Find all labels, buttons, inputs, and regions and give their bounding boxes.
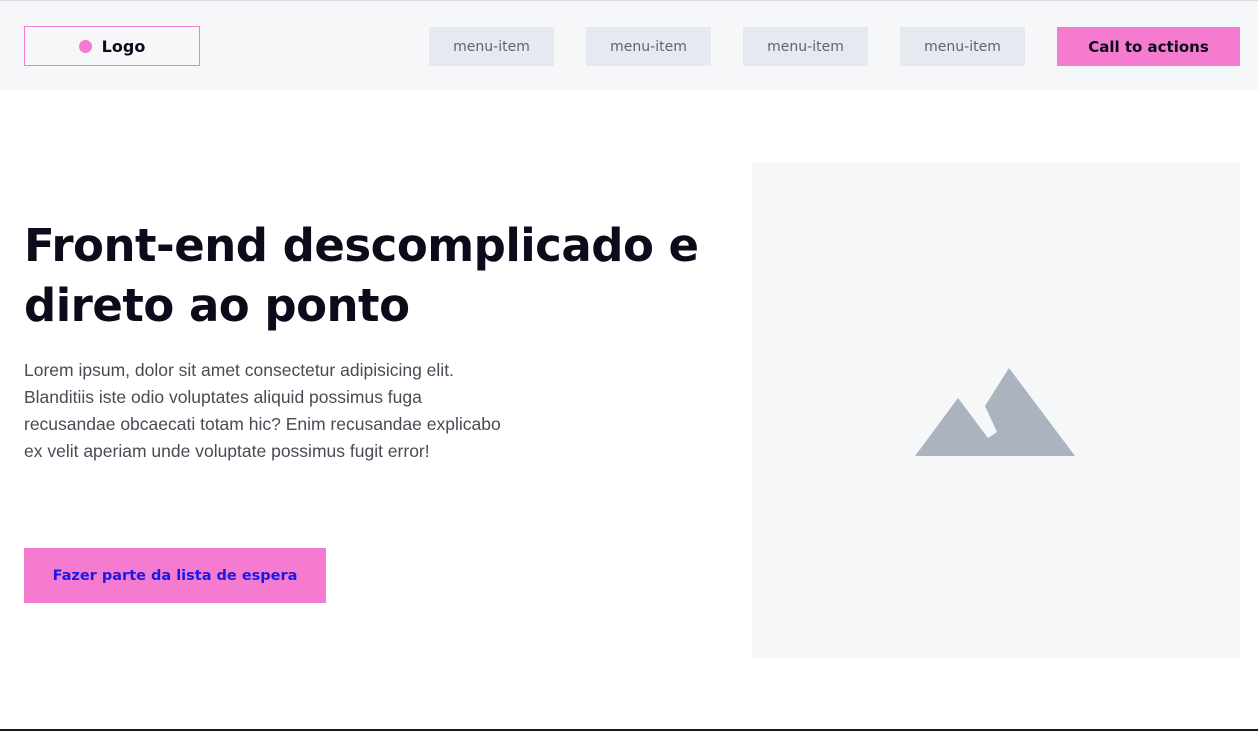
logo-dot-icon [78,39,92,53]
menu-item-1[interactable]: menu-item [429,27,554,66]
hero-title: Front-end descomplicado e direto ao pont… [24,219,699,332]
call-to-action-button[interactable]: Call to actions [1057,27,1240,66]
logo[interactable]: Logo [24,26,200,66]
menu-item-2[interactable]: menu-item [586,27,711,66]
waitlist-button[interactable]: Fazer parte da lista de espera [24,548,326,603]
image-placeholder-icon [915,368,1075,456]
hero-description: Lorem ipsum, dolor sit amet consectetur … [24,360,501,461]
site-header: Logo menu-item menu-item menu-item menu-… [0,1,1258,90]
menu-item-4[interactable]: menu-item [900,27,1025,66]
logo-text: Logo [101,36,146,56]
hero-image-placeholder [752,162,1240,658]
menu-item-3[interactable]: menu-item [743,27,868,66]
